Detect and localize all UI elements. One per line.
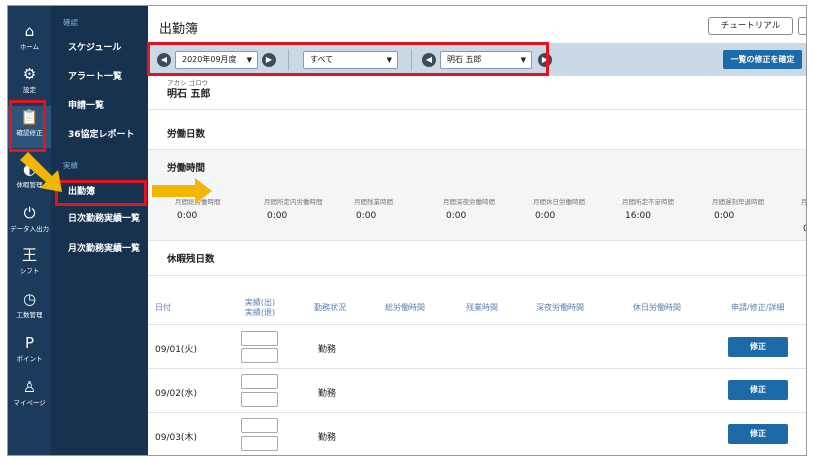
- metric-label: 月間残業時間: [354, 198, 393, 206]
- col-header-date: 日付: [155, 303, 171, 312]
- rail-item-label: ホーム: [19, 43, 40, 51]
- shift-icon: 王: [21, 246, 37, 264]
- col-header-total: 総労働時間: [385, 303, 425, 312]
- col-header-night: 深夜労働時間: [536, 303, 584, 312]
- highlight-filter-box: [147, 42, 549, 76]
- rail-item-label: 休暇管理: [16, 181, 43, 189]
- rail-item-shift[interactable]: 王 シフト: [8, 244, 51, 286]
- page-title: 出勤簿: [159, 22, 199, 37]
- rail-item-man-hours[interactable]: ◷ 工数管理: [8, 288, 51, 330]
- fix-button[interactable]: 修正: [728, 424, 788, 444]
- fix-button[interactable]: 修正: [728, 380, 788, 400]
- home-icon: ⌂: [24, 22, 35, 40]
- metric-value: 0:00: [356, 211, 377, 221]
- metric-label: 月間遅刻早退時間: [712, 198, 764, 206]
- metric-value: 0:00: [535, 211, 556, 221]
- gear-icon: ⚙: [22, 65, 37, 83]
- rail-item-data-io[interactable]: ⏻ データ入出力: [8, 202, 51, 244]
- fix-button[interactable]: 修正: [728, 337, 788, 357]
- section-label-confirm: 確認: [63, 18, 78, 27]
- rail-item-label: マイページ: [13, 399, 46, 407]
- metric-label: 月間総労働時間: [175, 198, 221, 206]
- row-status: 勤務: [318, 433, 337, 443]
- highlight-attendance-box: [55, 180, 147, 206]
- actual-in-field[interactable]: [241, 418, 278, 433]
- nav-item-monthly-list[interactable]: 月次勤務実績一覧: [68, 241, 140, 254]
- col-header-overtime: 残業時間: [466, 303, 498, 312]
- work-hours-heading: 労働時間: [167, 163, 206, 174]
- rail-item-settings[interactable]: ⚙ 設定: [8, 63, 51, 105]
- header-extra-button[interactable]: [798, 17, 806, 35]
- metric-value: 0:00: [714, 211, 735, 221]
- tutorial-button[interactable]: チュートリアル: [708, 17, 793, 35]
- metric-value: 0: [803, 224, 806, 234]
- col-header-action: 申請/修正/詳細: [731, 303, 785, 312]
- metric-value: 0:00: [446, 211, 467, 221]
- row-date: 09/02(水): [155, 389, 197, 399]
- actual-out-field[interactable]: [241, 436, 278, 451]
- metric-value: 16:00: [625, 211, 651, 221]
- nav-item-requests[interactable]: 申請一覧: [68, 98, 104, 111]
- metric-label: 月: [801, 198, 807, 206]
- actual-out-field[interactable]: [241, 348, 278, 363]
- leave-icon: ◐: [22, 160, 37, 178]
- section-label-actuals: 実績: [63, 161, 78, 170]
- rail-item-label: 設定: [23, 86, 36, 94]
- rail-item-label: 工数管理: [16, 311, 43, 319]
- rail-item-points[interactable]: P ポイント: [8, 332, 51, 374]
- row-status: 勤務: [318, 389, 337, 399]
- divider: [148, 412, 806, 413]
- work-days-heading: 労働日数: [167, 129, 206, 140]
- rail-item-mypage[interactable]: ♙ マイページ: [8, 376, 51, 418]
- metric-label: 月間所定内労働時間: [264, 198, 323, 206]
- actual-in-field[interactable]: [241, 374, 278, 389]
- metric-value: 0:00: [267, 211, 288, 221]
- divider: [148, 275, 806, 276]
- highlight-review-box: [9, 100, 46, 152]
- rail-item-label: シフト: [19, 267, 40, 275]
- power-icon: ⏻: [23, 204, 36, 222]
- rail-item-label: ポイント: [16, 355, 43, 363]
- metric-value: 0:00: [177, 211, 198, 221]
- row-date: 09/01(火): [155, 345, 197, 355]
- actual-in-field[interactable]: [241, 331, 278, 346]
- divider: [148, 368, 806, 369]
- col-header-holiday: 休日労働時間: [633, 303, 681, 312]
- nav-item-daily-list[interactable]: 日次勤務実績一覧: [68, 211, 140, 224]
- row-status: 勤務: [318, 345, 337, 355]
- metric-label: 月間所定不足時間: [622, 198, 674, 206]
- points-icon: P: [24, 334, 35, 352]
- nav-item-36-report[interactable]: 36協定レポート: [68, 127, 135, 140]
- metric-label: 月間休日労働時間: [533, 198, 585, 206]
- divider: [148, 240, 806, 241]
- rail-item-home[interactable]: ⌂ ホーム: [8, 20, 51, 62]
- col-header-actual-in: 実績(出): [244, 298, 276, 307]
- clock-icon: ◷: [22, 290, 37, 308]
- confirm-all-button[interactable]: 一覧の修正を確定: [723, 50, 802, 69]
- divider: [148, 324, 806, 325]
- rail-item-leave[interactable]: ◐ 休暇管理: [8, 158, 51, 200]
- nav-item-schedule[interactable]: スケジュール: [68, 40, 121, 53]
- row-date: 09/03(木): [155, 433, 197, 443]
- actual-out-field[interactable]: [241, 392, 278, 407]
- metric-label: 月間深夜労働時間: [443, 198, 495, 206]
- icon-rail: ⌂ ホーム ⚙ 設定 📋 確認修正 ◐ 休暇管理 ⏻ データ入出力 王 シフト …: [8, 6, 51, 455]
- person-icon: ♙: [22, 378, 37, 396]
- rail-item-label: データ入出力: [10, 225, 49, 233]
- nav-item-alerts[interactable]: アラート一覧: [68, 69, 122, 82]
- work-hours-panel: [148, 150, 806, 240]
- leave-days-heading: 休暇残日数: [167, 254, 215, 265]
- divider: [148, 109, 806, 110]
- col-header-actual-out: 実績(退): [244, 308, 276, 317]
- col-header-status: 勤務状況: [314, 303, 346, 312]
- sub-navigation: 確認 スケジュール アラート一覧 申請一覧 36協定レポート 実績 出勤簿 日次…: [51, 6, 148, 455]
- employee-name: 明石 五郎: [167, 89, 211, 100]
